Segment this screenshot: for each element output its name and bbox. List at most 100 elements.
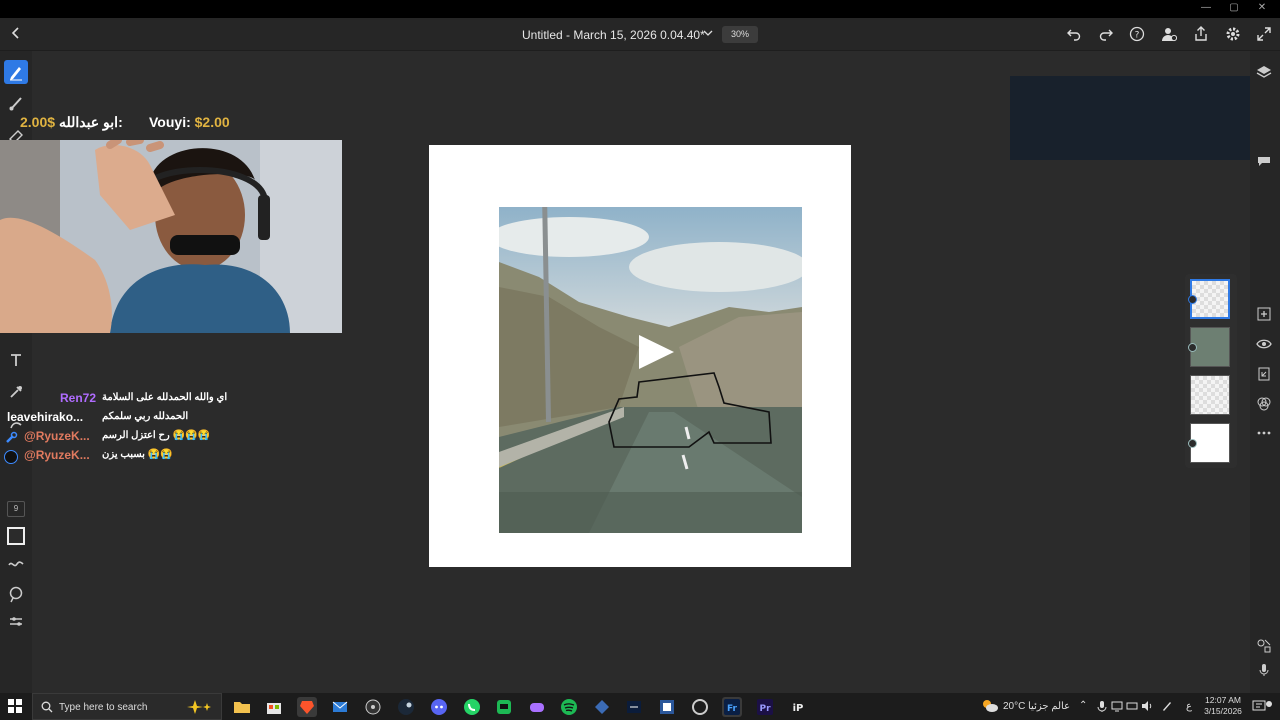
volume-tray-icon[interactable] xyxy=(1141,700,1153,712)
weather-temp[interactable]: 20°C xyxy=(1003,701,1025,720)
pencil-tool-icon[interactable] xyxy=(4,60,28,84)
chat-message: Ren72 اي والله الحمدلله على السلامة xyxy=(0,391,260,409)
chat-text: بسبب يزن 😭😭 xyxy=(102,449,173,460)
taskbar-search-input[interactable]: Type here to search xyxy=(32,693,222,720)
app-topbar: Untitled - March 15, 2026 0.04.40* 30% ? xyxy=(0,18,1280,51)
obs-icon[interactable] xyxy=(363,697,383,717)
document-title[interactable]: Untitled - March 15, 2026 0.04.40* xyxy=(522,28,705,42)
mail-icon[interactable] xyxy=(330,697,350,717)
fresco-app-icon[interactable]: Fr xyxy=(722,697,742,717)
chat-username: @RyuzeK... xyxy=(24,429,90,443)
blend-mode-icon[interactable] xyxy=(1256,396,1272,412)
help-icon[interactable]: ? xyxy=(1129,26,1145,42)
add-layer-icon[interactable] xyxy=(1256,306,1272,322)
file-explorer-icon[interactable] xyxy=(232,697,252,717)
color-swatch-icon[interactable] xyxy=(4,524,28,548)
more-options-icon[interactable] xyxy=(1256,425,1272,441)
layers-panel xyxy=(1185,274,1237,468)
chat-app-icon[interactable] xyxy=(494,697,514,717)
webcam-feed xyxy=(0,140,342,333)
window-titlebar: — ▢ ✕ xyxy=(0,0,1280,18)
visibility-eye-icon[interactable] xyxy=(1256,336,1272,352)
chat-message: @RyuzeK... رح اعتزل الرسم 😭😭😭 xyxy=(0,429,260,447)
lasso-tool-icon[interactable] xyxy=(4,582,28,606)
chat-message: leavehirako... الحمدلله ربي سلمكم xyxy=(0,410,260,428)
tray-chevron-up-icon[interactable]: ⌃ xyxy=(1079,700,1087,720)
back-arrow-icon[interactable] xyxy=(8,25,24,41)
layer-link-icon[interactable] xyxy=(1188,343,1197,352)
minimize-button[interactable]: — xyxy=(1196,2,1216,13)
overlay-panel xyxy=(1010,76,1250,160)
layer-thumbnail[interactable] xyxy=(1190,375,1230,415)
layer-link-icon[interactable] xyxy=(1188,439,1197,448)
adjust-tool-icon[interactable] xyxy=(4,610,28,634)
donation-name: ابو عبدالله: xyxy=(58,114,123,130)
layer-link-icon[interactable] xyxy=(1188,295,1197,304)
sparkle-icon xyxy=(187,700,211,714)
search-placeholder: Type here to search xyxy=(59,702,148,713)
clock-date: 3/15/2026 xyxy=(1204,706,1242,716)
discord-icon[interactable] xyxy=(429,697,449,717)
chat-username: @RyuzeK... xyxy=(24,448,90,462)
brush-tool-icon[interactable] xyxy=(4,91,28,115)
donation-amount: 2.00$ xyxy=(20,114,56,130)
user-share-icon[interactable] xyxy=(1161,26,1178,42)
pen-tray-icon[interactable] xyxy=(1160,699,1174,713)
chat-message: @RyuzeK... بسبب يزن 😭😭 xyxy=(0,448,260,466)
close-button[interactable]: ✕ xyxy=(1252,2,1272,13)
export-icon[interactable] xyxy=(1193,26,1209,42)
chat-text: اي والله الحمدلله على السلامة xyxy=(102,392,228,403)
ip-app-icon[interactable]: iP xyxy=(788,697,808,717)
store-icon[interactable] xyxy=(264,697,284,717)
steam-icon[interactable] xyxy=(396,697,416,717)
notification-icon[interactable] xyxy=(1252,699,1266,713)
text-tool-icon[interactable] xyxy=(4,348,28,372)
zoom-level[interactable]: 30% xyxy=(722,26,758,43)
input-language[interactable]: ع xyxy=(1186,701,1192,720)
comment-icon[interactable] xyxy=(1256,153,1272,169)
layers-icon[interactable] xyxy=(1256,64,1272,80)
redo-icon[interactable] xyxy=(1098,26,1114,42)
svg-text:Fr: Fr xyxy=(727,704,738,714)
canvas-video-frame[interactable] xyxy=(499,207,802,533)
svg-text:iP: iP xyxy=(793,703,804,714)
whatsapp-icon[interactable] xyxy=(462,697,482,717)
mic-tray-icon[interactable] xyxy=(1096,700,1108,713)
drawing-canvas[interactable] xyxy=(429,145,851,567)
windows-taskbar: Type here to search Fr Pr iP 20°C عالم ج… xyxy=(0,693,1280,720)
merge-layer-icon[interactable] xyxy=(1256,366,1272,382)
donation-alert: Vouyi: $2.00 xyxy=(149,114,230,130)
donation-name: Vouyi: xyxy=(149,114,191,130)
brave-browser-icon[interactable] xyxy=(297,697,317,717)
display-tray-icon[interactable] xyxy=(1126,700,1138,712)
shapes-icon[interactable] xyxy=(1256,638,1272,654)
taskbar-clock[interactable]: 12:07 AM 3/15/2026 xyxy=(1200,695,1246,717)
search-icon xyxy=(41,701,53,713)
chat-text: الحمدلله ربي سلمكم xyxy=(102,411,189,422)
windows-start-icon[interactable] xyxy=(8,699,22,713)
premiere-app-icon[interactable]: Pr xyxy=(755,697,775,717)
vpn-icon[interactable] xyxy=(592,697,612,717)
notification-badge xyxy=(1266,701,1272,707)
game-controller-icon[interactable] xyxy=(527,697,547,717)
svg-text:Pr: Pr xyxy=(759,704,771,714)
wrench-badge-icon xyxy=(6,431,18,443)
settings-icon[interactable] xyxy=(1225,26,1241,42)
brush-size-value[interactable]: 9 xyxy=(7,501,25,517)
microphone-icon[interactable] xyxy=(1256,662,1272,678)
chat-text: رح اعتزل الرسم 😭😭😭 xyxy=(102,430,210,441)
undo-icon[interactable] xyxy=(1066,26,1082,42)
sync-app-icon[interactable] xyxy=(690,697,710,717)
network-tray-icon[interactable] xyxy=(1111,700,1123,712)
fullscreen-icon[interactable] xyxy=(1256,26,1272,42)
stroke-stabilizer-icon[interactable] xyxy=(4,552,28,576)
chevron-down-icon[interactable] xyxy=(702,27,714,39)
weather-icon xyxy=(983,700,998,712)
spotify-icon[interactable] xyxy=(559,697,579,717)
app-root: — ▢ ✕ Untitled - March 15, 2026 0.04.40*… xyxy=(0,0,1280,720)
donation-amount: $2.00 xyxy=(194,114,230,130)
weather-text[interactable]: عالم جزئيا xyxy=(1028,701,1070,720)
terminal-icon[interactable] xyxy=(624,697,644,717)
word-icon[interactable] xyxy=(657,697,677,717)
maximize-button[interactable]: ▢ xyxy=(1224,2,1244,13)
